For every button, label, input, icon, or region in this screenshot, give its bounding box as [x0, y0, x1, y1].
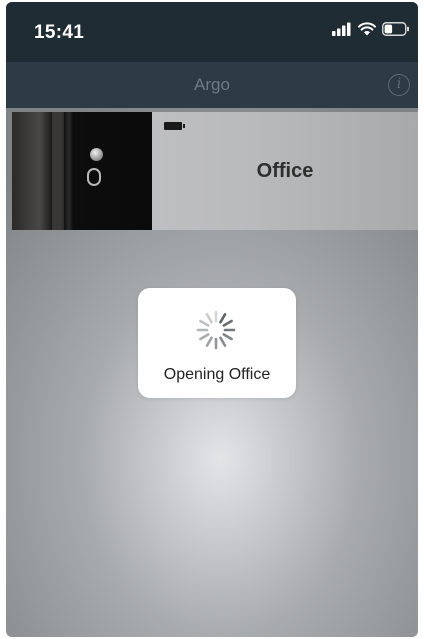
status-bar: 15:41	[6, 2, 418, 62]
battery-icon	[382, 22, 409, 36]
door-lock-graphic	[87, 168, 101, 186]
nav-title: Argo	[194, 75, 230, 94]
wifi-icon	[358, 22, 376, 36]
progress-message: Opening Office	[163, 366, 271, 383]
signal-icon	[332, 22, 351, 36]
navigation-bar: Argo i	[6, 62, 418, 108]
lock-name: Office	[256, 160, 314, 182]
spinner-spoke	[219, 313, 227, 324]
spinner-spoke	[222, 319, 233, 327]
door-edge-graphic	[64, 112, 74, 230]
door-knob-graphic	[90, 148, 103, 161]
spinner-spoke	[199, 319, 210, 327]
lock-card-office[interactable]: Office	[12, 112, 418, 230]
spinner-spoke	[219, 336, 227, 347]
spinner-spoke	[205, 313, 213, 324]
door-thumbnail	[12, 112, 152, 230]
info-glyph: i	[396, 76, 402, 92]
info-icon[interactable]: i	[388, 74, 410, 96]
progress-hud: Opening Office	[138, 288, 296, 398]
status-icons	[332, 22, 410, 36]
spinner-spoke	[205, 336, 213, 347]
spinner-spoke	[222, 333, 233, 341]
door-frame-graphic	[12, 112, 52, 230]
battery-icon	[164, 122, 185, 130]
spinner-spoke	[199, 333, 210, 341]
status-time: 15:41	[34, 22, 85, 43]
app-screen: 15:41 Argo i Office Opening Office	[6, 2, 418, 637]
spinner-icon	[196, 310, 236, 350]
